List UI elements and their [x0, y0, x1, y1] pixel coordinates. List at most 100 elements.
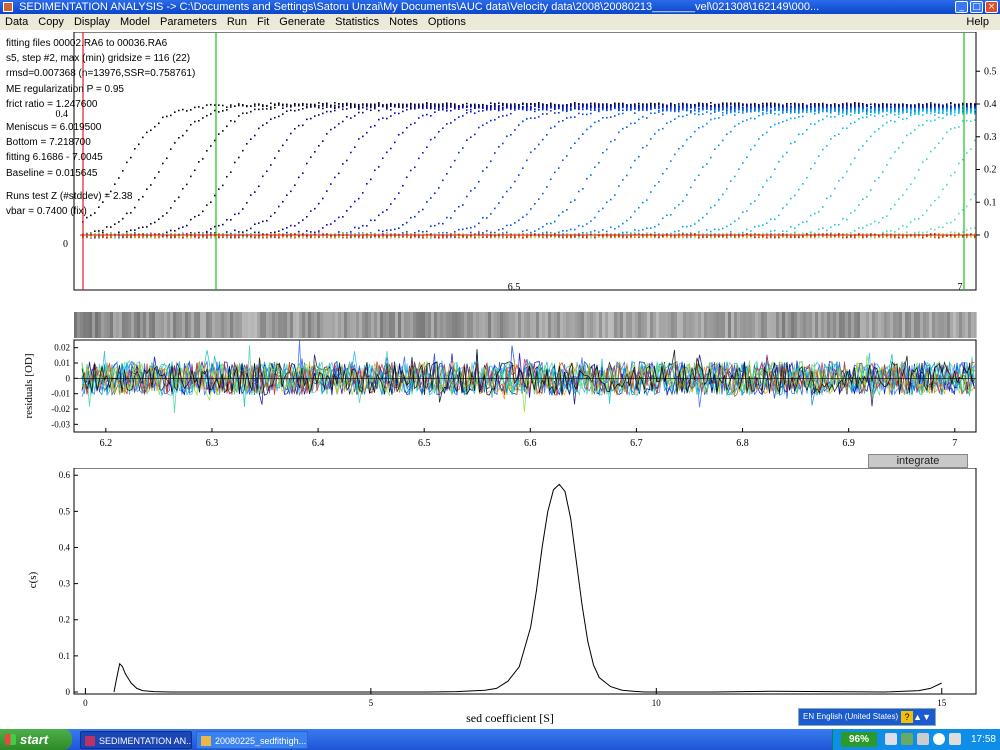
scan-point	[470, 190, 472, 192]
scan-point	[858, 107, 860, 109]
scan-point	[418, 106, 420, 109]
menu-display[interactable]: Display	[69, 14, 115, 30]
menu-generate[interactable]: Generate	[274, 14, 330, 30]
menu-help[interactable]: Help	[961, 14, 994, 30]
minimize-icon[interactable]: _	[955, 1, 968, 13]
scan-point	[198, 161, 200, 163]
scan-point	[818, 155, 820, 157]
scan-point	[734, 108, 736, 111]
scan-point	[102, 229, 104, 232]
scan-point	[306, 118, 308, 121]
scan-point	[490, 213, 492, 215]
scan-point	[446, 105, 448, 107]
scan-point	[314, 151, 316, 153]
scan-point	[166, 231, 168, 234]
scan-point	[714, 204, 716, 207]
scan-point	[818, 228, 820, 231]
scan-point	[898, 116, 900, 118]
scan-point	[726, 112, 728, 115]
scan-point	[722, 103, 724, 106]
scan-point	[542, 113, 544, 115]
scan-point	[942, 112, 944, 114]
close-icon[interactable]: ×	[985, 1, 998, 13]
scan-point	[698, 174, 700, 177]
scan-point	[814, 123, 816, 126]
scan-point	[570, 107, 572, 110]
scan-point	[542, 108, 544, 111]
scan-point	[858, 111, 860, 114]
scan-point	[474, 187, 476, 189]
scan-point	[974, 111, 976, 113]
scan-point	[458, 116, 460, 118]
scan-point	[518, 104, 520, 106]
scan-point	[858, 103, 860, 106]
scan-point	[610, 140, 612, 143]
scan-point	[506, 104, 508, 107]
scan-point	[442, 103, 444, 105]
menu-copy[interactable]: Copy	[33, 14, 69, 30]
scan-point	[594, 121, 596, 124]
scan-point	[814, 110, 816, 113]
scan-point	[830, 226, 832, 229]
scan-point	[518, 174, 520, 176]
scan-point	[590, 104, 592, 106]
scan-point	[498, 102, 500, 104]
maximize-icon[interactable]: □	[970, 1, 983, 13]
scan-point	[498, 146, 500, 148]
scan-point	[894, 113, 896, 116]
scan-point	[922, 109, 924, 112]
scan-point	[318, 102, 320, 104]
title-bar[interactable]: SEDIMENTATION ANALYSIS -> C:\Documents a…	[0, 0, 1000, 14]
scan-point	[906, 134, 908, 137]
scan-point	[782, 155, 784, 158]
scan-point	[326, 224, 328, 226]
app-icon	[3, 2, 13, 12]
scan-point	[278, 230, 280, 232]
menu-parameters[interactable]: Parameters	[155, 14, 222, 30]
scan-point	[738, 168, 740, 170]
scan-point	[374, 104, 376, 106]
menu-statistics[interactable]: Statistics	[330, 14, 384, 30]
scan-point	[870, 110, 872, 112]
scan-point	[378, 166, 380, 168]
scan-point	[974, 109, 976, 111]
menu-notes[interactable]: Notes	[384, 14, 423, 30]
scan-point	[606, 107, 608, 110]
scan-point	[142, 226, 144, 229]
scan-point	[322, 112, 324, 115]
scan-point	[910, 105, 912, 108]
scan-point	[482, 216, 484, 219]
scan-point	[550, 178, 552, 181]
scan-point	[426, 146, 428, 148]
menu-data[interactable]: Data	[0, 14, 33, 30]
scan-point	[746, 119, 748, 121]
scan-point	[694, 109, 696, 112]
scan-point	[750, 106, 752, 108]
scan-point	[342, 104, 344, 106]
scan-point	[378, 118, 380, 121]
scan-point	[350, 117, 352, 119]
scan-point	[730, 223, 732, 226]
scan-point	[574, 107, 576, 109]
scan-point	[806, 176, 808, 179]
scan-point	[690, 112, 692, 114]
scan-point	[594, 216, 596, 219]
scan-point	[506, 106, 508, 108]
menu-fit[interactable]: Fit	[252, 14, 274, 30]
scan-point	[566, 110, 568, 113]
menu-model[interactable]: Model	[115, 14, 155, 30]
menu-options[interactable]: Options	[423, 14, 471, 30]
scan-point	[470, 226, 472, 229]
menu-run[interactable]: Run	[222, 14, 252, 30]
scan-point	[658, 107, 660, 109]
scan-point	[890, 112, 892, 114]
scan-point	[722, 193, 724, 196]
scan-point	[674, 230, 676, 233]
scan-point	[730, 103, 732, 105]
scan-point	[610, 116, 612, 118]
scan-point	[894, 151, 896, 153]
scan-point	[874, 115, 876, 117]
scan-point	[106, 226, 108, 228]
scan-point	[350, 205, 352, 208]
scan-point	[274, 116, 276, 119]
